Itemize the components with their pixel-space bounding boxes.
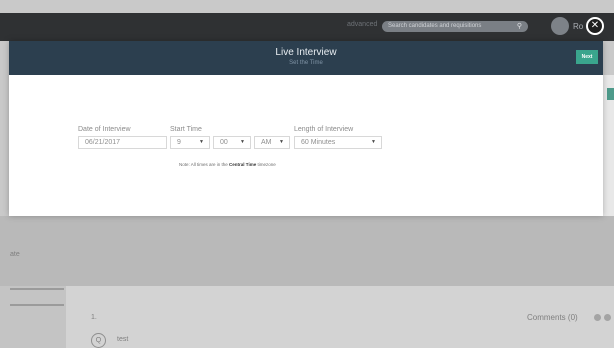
length-of-interview-label: Length of Interview	[294, 126, 354, 133]
status-dot-icon	[604, 314, 611, 321]
hour-value: 9	[177, 139, 181, 146]
divider	[10, 304, 64, 306]
global-search-input[interactable]: Search candidates and requisitions ⚲	[382, 21, 528, 32]
hour-select[interactable]: 9 ▼	[170, 136, 210, 149]
background-section	[0, 216, 614, 286]
modal-header: Live Interview Set the Time Next	[9, 41, 603, 75]
timezone-name: Central Time	[229, 162, 257, 167]
right-rail-button[interactable]	[607, 88, 614, 100]
chevron-down-icon: ▼	[240, 139, 245, 145]
next-button[interactable]: Next	[576, 50, 598, 64]
ampm-value: AM	[261, 139, 272, 146]
search-placeholder: Search candidates and requisitions	[388, 23, 482, 29]
chevron-down-icon: ▼	[371, 139, 376, 145]
comments-count[interactable]: Comments (0)	[527, 313, 578, 322]
start-time-label: Start Time	[170, 126, 202, 133]
length-select[interactable]: 60 Minutes ▼	[294, 136, 382, 149]
user-name: Ro	[573, 22, 584, 31]
live-interview-modal: Live Interview Set the Time Next Date of…	[9, 41, 603, 216]
minute-value: 00	[220, 139, 228, 146]
background-section-text: ate	[10, 251, 20, 258]
divider	[10, 288, 64, 290]
date-of-interview-label: Date of Interview	[78, 126, 131, 133]
modal-subtitle: Set the Time	[289, 60, 323, 66]
advanced-search-link[interactable]: advanced	[347, 21, 377, 28]
chevron-down-icon: ▼	[279, 139, 284, 145]
list-item-number: 1.	[91, 314, 97, 321]
question-icon: Q	[91, 333, 106, 348]
date-of-interview-input[interactable]: 06/21/2017	[78, 136, 167, 149]
left-panel	[0, 286, 66, 348]
chevron-down-icon: ▼	[199, 139, 204, 145]
list-item-text: test	[117, 336, 129, 343]
search-icon: ⚲	[516, 23, 522, 30]
length-value: 60 Minutes	[301, 139, 336, 146]
status-dot-icon	[594, 314, 601, 321]
minute-select[interactable]: 00 ▼	[213, 136, 251, 149]
avatar[interactable]	[551, 17, 569, 35]
close-icon[interactable]: ✕	[586, 17, 604, 35]
ampm-select[interactable]: AM ▼	[254, 136, 290, 149]
timezone-note: Note: All times are in the Central Time …	[179, 162, 276, 167]
modal-title: Live Interview	[275, 47, 337, 58]
